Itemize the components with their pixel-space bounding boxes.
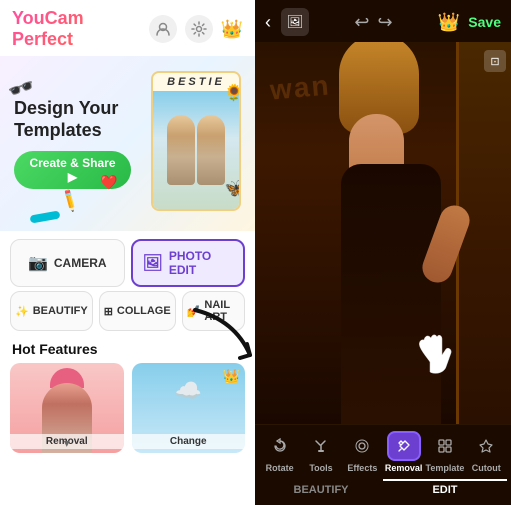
removal-icon-wrap (387, 431, 421, 461)
tools-label: Tools (309, 463, 332, 473)
collage-label: COLLAGE (117, 305, 171, 317)
tabs-row: BEAUTIFY EDIT (255, 475, 511, 505)
collage-icon: ⊞ (104, 305, 113, 318)
bottom-toolbar: Rotate Tools (255, 424, 511, 505)
figure-left (167, 115, 195, 185)
nail-art-button[interactable]: 💅 NAIL ART (182, 291, 245, 331)
grid-buttons-row1: 📷 CAMERA 🖼 PHOTO EDIT (0, 231, 255, 291)
photo-edit-icon: 🖼 (143, 253, 163, 273)
beautify-icon: ✨ (15, 305, 29, 318)
app-logo: YouCam Perfect (12, 8, 149, 50)
tools-row: Rotate Tools (255, 425, 511, 475)
banner-area: 🕶️ ❤️ ✏️ Design Your Templates Create & … (0, 56, 255, 231)
photo-background: wan ⊡ (255, 42, 511, 424)
settings-icon[interactable] (185, 15, 213, 43)
tab-edit[interactable]: EDIT (383, 479, 507, 499)
redo-icon[interactable]: ↪ (377, 12, 392, 33)
crown-icon-header[interactable]: 👑 (221, 19, 243, 40)
template-icon-wrap (428, 431, 462, 461)
tab-beautify[interactable]: BEAUTIFY (259, 479, 383, 499)
woman-figure (311, 104, 471, 424)
header-icons: 👑 (149, 15, 243, 43)
photo-edit-button[interactable]: 🖼 PHOTO EDIT (131, 239, 246, 287)
camera-icon: 📷 (28, 253, 48, 273)
feature-removal-inner: Removal ▾ (10, 363, 124, 453)
banner-background: 🕶️ ❤️ ✏️ Design Your Templates Create & … (0, 56, 255, 231)
tool-template[interactable]: Template (424, 431, 465, 473)
cloud-decoration: ☁️ (175, 378, 202, 404)
flower-decoration: 🌻 (224, 83, 241, 103)
feature-removal[interactable]: Removal ▾ (10, 363, 124, 453)
template-label: Template (426, 463, 465, 473)
effects-label: Effects (347, 463, 377, 473)
banner-title: Design Your Templates (14, 98, 131, 141)
right-header-right: 👑 Save (438, 12, 501, 33)
bestie-figures (167, 115, 225, 185)
collapse-icon[interactable]: ⊡ (484, 50, 506, 72)
right-header-left: ‹ 🖼 (265, 8, 309, 36)
teal-decoration (30, 210, 61, 223)
camera-button[interactable]: 📷 CAMERA (10, 239, 125, 287)
collage-button[interactable]: ⊞ COLLAGE (99, 291, 176, 331)
hot-features-title: Hot Features (0, 337, 255, 363)
tool-effects[interactable]: Effects (342, 431, 383, 473)
nail-label: NAIL ART (204, 299, 240, 323)
grid-buttons-row2: ✨ BEAUTIFY ⊞ COLLAGE 💅 NAIL ART (0, 291, 255, 337)
tool-tools[interactable]: Tools (300, 431, 341, 473)
camera-label: CAMERA (54, 256, 107, 270)
crown-badge: 👑 (223, 368, 240, 385)
profile-icon[interactable] (149, 15, 177, 43)
tool-cutout[interactable]: Cutout (466, 431, 507, 473)
rotate-icon-wrap (263, 431, 297, 461)
photo-edit-label: PHOTO EDIT (169, 249, 233, 277)
app-header: YouCam Perfect 👑 (0, 0, 255, 56)
nail-icon: 💅 (187, 305, 201, 318)
tool-removal[interactable]: Removal (383, 431, 424, 473)
beautify-label: BEAUTIFY (33, 305, 88, 317)
cutout-label: Cutout (472, 463, 501, 473)
image-icon[interactable]: 🖼 (281, 8, 309, 36)
feature-change[interactable]: 👑 ☁️ Change (132, 363, 246, 453)
right-header-center: ↩ ↪ (354, 12, 392, 33)
features-row: Removal ▾ 👑 ☁️ Change (0, 363, 255, 453)
left-panel: YouCam Perfect 👑 🕶️ ❤️ ✏️ (0, 0, 255, 505)
cutout-icon-wrap (469, 431, 503, 461)
expand-arrow: ▾ (64, 436, 70, 450)
change-label: Change (132, 434, 246, 449)
back-arrow-icon[interactable]: ‹ (265, 12, 271, 33)
undo-icon[interactable]: ↩ (354, 12, 369, 33)
effects-icon-wrap (345, 431, 379, 461)
banner-image: BESTIE 🌻 🦋 (131, 66, 241, 221)
wall-text: wan (269, 69, 332, 106)
figure-right (197, 115, 225, 185)
main-photo-area: wan ⊡ (255, 42, 511, 424)
feature-change-inner: 👑 ☁️ Change (132, 363, 246, 453)
beautify-button[interactable]: ✨ BEAUTIFY (10, 291, 93, 331)
right-header: ‹ 🖼 ↩ ↪ 👑 Save (255, 0, 511, 42)
save-button[interactable]: Save (468, 14, 501, 30)
right-panel: ‹ 🖼 ↩ ↪ 👑 Save wan ⊡ (255, 0, 511, 505)
tools-icon-wrap (304, 431, 338, 461)
pencils-decoration: ✏️ (56, 187, 83, 214)
butterfly-decoration: 🦋 (225, 178, 241, 199)
crown-icon-right[interactable]: 👑 (438, 12, 460, 33)
bestie-card: BESTIE 🌻 🦋 (151, 71, 241, 211)
woman-body (341, 164, 441, 424)
heart-decoration: ❤️ (100, 174, 117, 191)
removal-label: Removal (385, 463, 423, 473)
tool-rotate[interactable]: Rotate (259, 431, 300, 473)
rotate-label: Rotate (266, 463, 294, 473)
bestie-photo: 🌻 🦋 (153, 91, 239, 209)
